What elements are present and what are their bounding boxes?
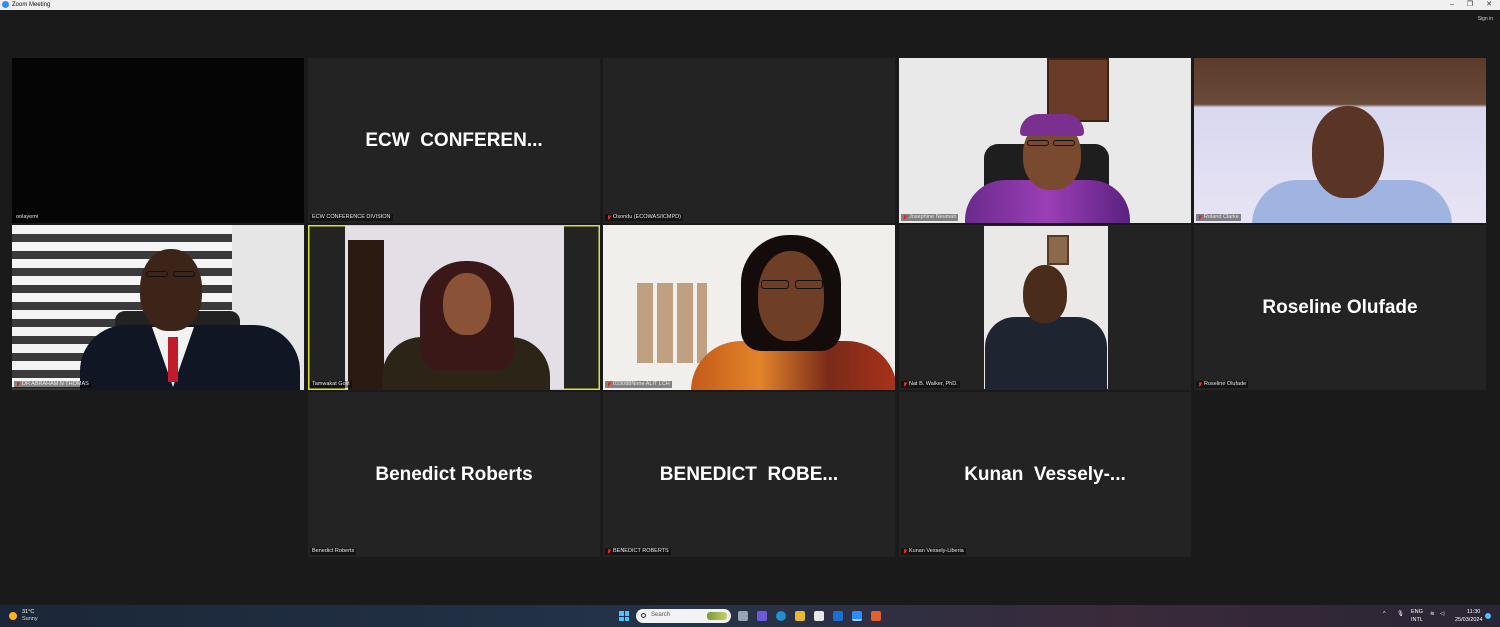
volume-icon[interactable]: ◁	[1440, 611, 1444, 617]
head-wrap-image	[1020, 114, 1084, 136]
participant-display-name: ECW CONFEREN...	[365, 129, 543, 151]
microphone-icon[interactable]: 🎙	[1397, 611, 1404, 617]
glasses-image	[761, 280, 789, 289]
participant-name-label: ECW CONFERENCE DIVISION	[310, 214, 393, 221]
teams-chat-icon[interactable]	[757, 611, 767, 621]
clock-time[interactable]: 11:30	[1467, 609, 1480, 615]
video-tile-josephine[interactable]: Josephine Neumah	[899, 58, 1191, 223]
muted-mic-icon	[607, 549, 611, 554]
video-tile-roland[interactable]: Roland Clarke	[1194, 58, 1486, 223]
participant-display-name: Benedict Roberts	[375, 463, 533, 485]
weather-temperature[interactable]: 31°C	[22, 609, 34, 615]
minimize-button[interactable]: –	[1443, 0, 1461, 10]
windows-taskbar: 31°C Sunny Search ^ 🎙 ENG INTL ≋ ◁ 11:30…	[0, 605, 1500, 627]
participant-face-image	[758, 251, 824, 341]
participant-name-label: 033088Nnne ALIT LCH	[605, 381, 672, 388]
sun-icon[interactable]	[9, 612, 17, 620]
video-tile-benedict-roberts[interactable]: Benedict Roberts Benedict Roberts	[308, 392, 600, 557]
participant-name-label: DR ABRAHAM N THOMAS	[14, 381, 91, 388]
wifi-icon[interactable]: ≋	[1430, 611, 1435, 617]
zoom-taskbar-icon[interactable]	[852, 611, 862, 621]
weather-condition[interactable]: Sunny	[22, 616, 38, 622]
edge-browser-icon[interactable]	[776, 611, 786, 621]
participant-name-label: oolayemi	[14, 214, 41, 221]
participant-name-label: Josephine Neumah	[901, 214, 959, 221]
glasses-image	[173, 271, 195, 277]
door-image	[348, 240, 384, 390]
participant-face-image	[1023, 265, 1067, 323]
participant-name-label: BENEDICT ROBERTS	[605, 548, 671, 555]
video-tile-osondu[interactable]: Osondu (ECOWAS/ICMPD)	[603, 58, 895, 223]
muted-mic-icon	[903, 382, 907, 387]
taskbar-search-box[interactable]: Search	[636, 609, 731, 623]
search-icon	[641, 613, 646, 618]
participant-display-name: Kunan Vessely-...	[964, 463, 1126, 485]
close-button[interactable]: ✕	[1480, 0, 1498, 10]
notification-icon[interactable]	[1485, 613, 1491, 619]
participant-display-name: BENEDICT ROBE...	[659, 463, 839, 485]
office-app-icon[interactable]	[871, 611, 881, 621]
muted-mic-icon	[1198, 215, 1202, 220]
participant-name-label: Roseline Olufade	[1196, 381, 1249, 388]
tie-image	[168, 337, 178, 382]
participant-face-image	[140, 249, 202, 331]
window-title: Zoom Meeting	[12, 2, 51, 8]
zoom-app-icon	[2, 1, 9, 8]
video-tile-roseline[interactable]: Roseline Olufade Roseline Olufade	[1194, 225, 1486, 390]
search-placeholder: Search	[651, 612, 671, 618]
muted-mic-icon	[903, 215, 907, 220]
participant-name-label: Kunan Vessely-Liberia	[901, 548, 966, 555]
windows-start-icon[interactable]	[619, 611, 629, 621]
wall-photos-image	[637, 283, 707, 363]
muted-mic-icon	[903, 549, 907, 554]
participant-face-image	[443, 273, 491, 335]
task-view-icon[interactable]	[738, 611, 748, 621]
clock-date[interactable]: 25/03/2024	[1455, 617, 1483, 623]
participant-display-name: Roseline Olufade	[1262, 296, 1418, 318]
muted-mic-icon	[607, 215, 611, 220]
file-explorer-icon[interactable]	[795, 611, 805, 621]
sign-in-link[interactable]: Sign in	[1478, 16, 1493, 22]
title-bar: Zoom Meeting – ❐ ✕	[0, 0, 1500, 10]
participant-name-label: Tamwakat Golit	[310, 381, 352, 388]
glasses-image	[1053, 140, 1075, 146]
mail-icon[interactable]	[833, 611, 843, 621]
video-tile-kunan[interactable]: Kunan Vessely-... Kunan Vessely-Liberia	[899, 392, 1191, 557]
video-tile-nat[interactable]: Nat B. Walker, PhD.	[899, 225, 1191, 390]
participant-name-label: Roland Clarke	[1196, 214, 1241, 221]
language-top[interactable]: ENG	[1411, 609, 1423, 615]
glasses-image	[146, 271, 168, 277]
show-hidden-icons-chevron-icon[interactable]: ^	[1383, 611, 1386, 617]
video-tile-benedict-roberts-caps[interactable]: BENEDICT ROBE... BENEDICT ROBERTS	[603, 392, 895, 557]
glasses-image	[1027, 140, 1049, 146]
video-tile-ecw-conference[interactable]: ECW CONFEREN... ECW CONFERENCE DIVISION	[308, 58, 600, 223]
participant-face-image	[1312, 106, 1384, 198]
language-bottom[interactable]: INTL	[1411, 617, 1423, 623]
wall-frame-image	[1047, 235, 1069, 265]
microsoft-store-icon[interactable]	[814, 611, 824, 621]
video-tile-nneka[interactable]: 033088Nnne ALIT LCH	[603, 225, 895, 390]
video-tile-abraham[interactable]: DR ABRAHAM N THOMAS	[12, 225, 304, 390]
participant-name-label: Nat B. Walker, PhD.	[901, 381, 960, 388]
participant-body-image	[985, 317, 1107, 390]
glasses-image	[795, 280, 823, 289]
muted-mic-icon	[607, 382, 611, 387]
muted-mic-icon	[1198, 382, 1202, 387]
wall-portrait-image	[1047, 58, 1109, 122]
zoom-meeting-window: Zoom Meeting – ❐ ✕ Sign in oolayemi ECW …	[0, 0, 1500, 627]
video-tile-tamwakat[interactable]: Tamwakat Golit	[308, 225, 600, 390]
participant-name-label: Benedict Roberts	[310, 548, 357, 555]
muted-mic-icon	[16, 382, 20, 387]
video-tile-oolayemi[interactable]: oolayemi	[12, 58, 304, 223]
maximize-button[interactable]: ❐	[1461, 0, 1479, 10]
search-highlight-icon	[707, 612, 727, 620]
participant-name-label: Osondu (ECOWAS/ICMPD)	[605, 214, 683, 221]
